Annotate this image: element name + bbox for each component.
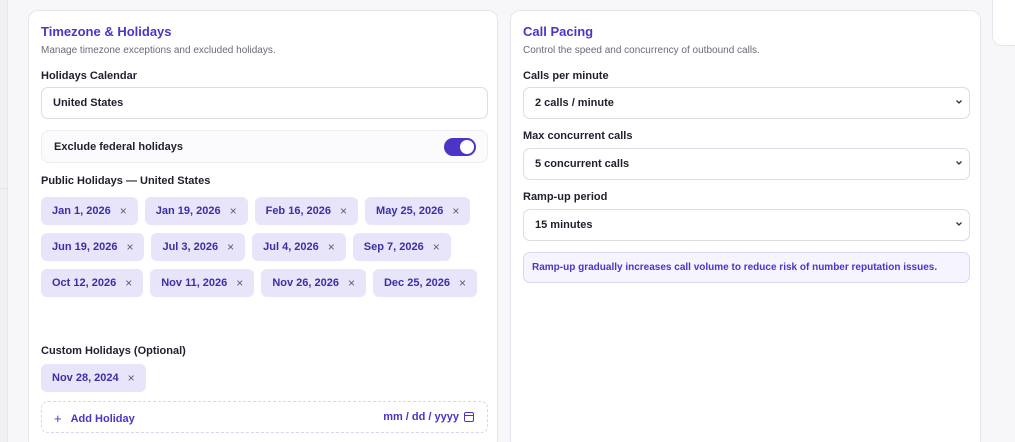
remove-icon[interactable]: × xyxy=(227,241,234,253)
holiday-chip-label: Nov 28, 2024 xyxy=(52,372,119,384)
public-holidays-list: Jan 1, 2026 × Jan 19, 2026 × Feb 16, 2026 × Ma… xyxy=(41,197,493,297)
holiday-chip: May 25, 2026 × xyxy=(365,197,471,225)
holiday-chip: Feb 16, 2026 × xyxy=(254,197,359,225)
holiday-chip-label: Dec 25, 2026 xyxy=(383,277,451,289)
holiday-chip-label: Nov 26, 2026 xyxy=(272,277,339,289)
add-holiday-row: + Add Holiday mm / dd / yyyy xyxy=(41,401,488,433)
holiday-chip: Jun 19, 2026 × xyxy=(41,233,145,261)
holiday-chip-label: Jun 19, 2026 xyxy=(52,241,118,253)
remove-icon[interactable]: × xyxy=(236,277,243,289)
add-holiday-label: Add Holiday xyxy=(70,412,135,425)
remove-icon[interactable]: × xyxy=(433,241,440,253)
divider xyxy=(0,188,8,189)
holidays-calendar-label: Holidays Calendar xyxy=(41,70,137,82)
holiday-date-input[interactable]: mm / dd / yyyy xyxy=(383,411,474,423)
remove-icon[interactable]: × xyxy=(328,241,335,253)
toggle-knob xyxy=(460,140,474,154)
partial-card xyxy=(992,0,1015,46)
add-holiday-button[interactable]: + Add Holiday xyxy=(54,411,135,426)
holiday-chip-label: Jan 1, 2026 xyxy=(52,205,111,217)
max-concurrent-calls-label: Max concurrent calls xyxy=(523,130,633,142)
chevron-down-icon xyxy=(956,161,962,165)
remove-icon[interactable]: × xyxy=(452,205,459,217)
exclude-federal-holidays-row: Exclude federal holidays xyxy=(41,130,488,163)
custom-holidays-label: Custom Holidays (Optional) xyxy=(41,345,186,357)
remove-icon[interactable]: × xyxy=(126,241,133,253)
select-value: 2 calls / minute xyxy=(535,97,614,109)
holiday-chip-label: Oct 12, 2026 xyxy=(52,277,117,289)
holiday-chip-label: Jul 4, 2026 xyxy=(263,241,319,253)
holiday-chip-label: Nov 11, 2026 xyxy=(161,277,228,289)
calls-per-minute-select[interactable]: 2 calls / minute xyxy=(523,87,970,119)
custom-holidays-list: Nov 28, 2024 × xyxy=(41,364,493,392)
holiday-chip: Jan 19, 2026 × xyxy=(144,197,248,225)
calls-per-minute-label: Calls per minute xyxy=(523,70,609,82)
holiday-chip-label: May 25, 2026 xyxy=(376,205,444,217)
card-subtitle: Control the speed and concurrency of out… xyxy=(523,45,760,56)
holiday-chip: Nov 28, 2024 × xyxy=(41,364,146,392)
remove-icon[interactable]: × xyxy=(340,205,347,217)
holiday-chip: Nov 26, 2026 × xyxy=(261,269,366,297)
sidebar-edge xyxy=(0,0,8,442)
exclude-federal-holidays-toggle[interactable] xyxy=(444,138,476,156)
select-value: 5 concurrent calls xyxy=(535,158,630,170)
ramp-up-period-label: Ramp-up period xyxy=(523,191,608,203)
date-placeholder: mm / dd / yyyy xyxy=(383,411,459,423)
remove-icon[interactable]: × xyxy=(125,277,132,289)
plus-icon: + xyxy=(54,411,62,426)
holiday-chip: Oct 12, 2026 × xyxy=(41,269,144,297)
holiday-chip: Jul 4, 2026 × xyxy=(252,233,346,261)
public-holidays-label: Public Holidays — United States xyxy=(41,175,211,187)
chevron-down-icon xyxy=(956,100,962,104)
toggle-label: Exclude federal holidays xyxy=(54,141,183,153)
holiday-chip-label: Feb 16, 2026 xyxy=(265,205,332,217)
ramp-up-period-select[interactable]: 15 minutes xyxy=(523,209,970,241)
remove-icon[interactable]: × xyxy=(459,277,466,289)
holidays-calendar-input[interactable]: United States xyxy=(41,87,488,119)
card-title: Timezone & Holidays xyxy=(41,24,172,39)
holiday-chip: Sep 7, 2026 × xyxy=(352,233,451,261)
card-title: Call Pacing xyxy=(523,24,594,39)
timezone-holidays-card: Timezone & Holidays Manage timezone exce… xyxy=(28,10,498,442)
remove-icon[interactable]: × xyxy=(230,205,237,217)
chevron-down-icon xyxy=(956,222,962,226)
holiday-chip-label: Sep 7, 2026 xyxy=(363,241,424,253)
holiday-chip-label: Jul 3, 2026 xyxy=(162,241,219,253)
ramp-up-info-box: Ramp-up gradually increases call volume … xyxy=(523,252,970,283)
remove-icon[interactable]: × xyxy=(128,372,135,384)
holiday-chip: Jul 3, 2026 × xyxy=(151,233,246,261)
remove-icon[interactable]: × xyxy=(120,205,127,217)
holiday-chip: Jan 1, 2026 × xyxy=(41,197,138,225)
call-pacing-card: Call Pacing Control the speed and concur… xyxy=(510,10,981,442)
card-subtitle: Manage timezone exceptions and excluded … xyxy=(41,45,276,56)
select-value: 15 minutes xyxy=(535,219,593,231)
holiday-chip-label: Jan 19, 2026 xyxy=(155,205,221,217)
remove-icon[interactable]: × xyxy=(348,277,355,289)
holiday-chip: Nov 11, 2026 × xyxy=(150,269,255,297)
holiday-chip: Dec 25, 2026 × xyxy=(372,269,478,297)
calendar-icon[interactable] xyxy=(464,412,474,422)
max-concurrent-calls-select[interactable]: 5 concurrent calls xyxy=(523,148,970,180)
